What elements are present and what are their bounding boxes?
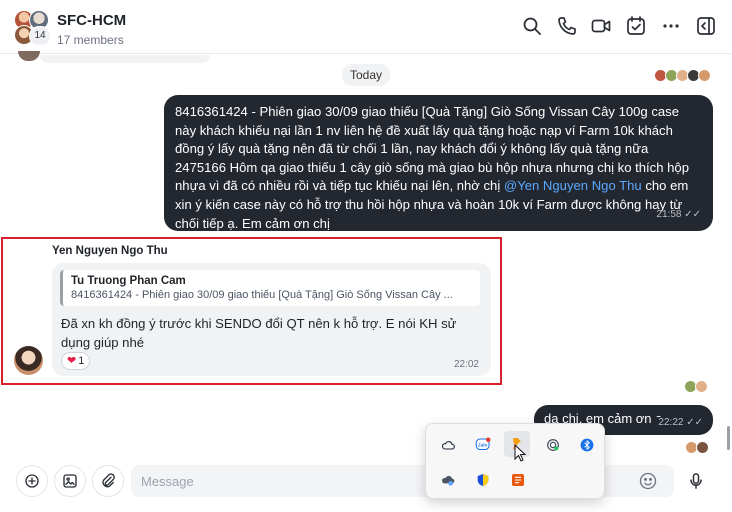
reader-avatar <box>695 380 708 393</box>
app-tile-icon[interactable] <box>505 467 531 493</box>
avatar[interactable] <box>14 346 43 375</box>
composer <box>0 455 732 512</box>
mouse-cursor-icon <box>514 443 527 462</box>
quoted-text: 8416361424 - Phiên giao 30/09 giao thiếu… <box>71 289 453 301</box>
phone-icon[interactable] <box>555 14 579 38</box>
read-receipts[interactable] <box>654 69 711 82</box>
double-check-icon: ✓✓ <box>686 417 703 428</box>
date-divider: Today <box>342 64 391 86</box>
outgoing-message[interactable]: 8416361424 - Phiên giao 30/09 giao thiếu… <box>164 95 713 231</box>
plus-icon <box>25 474 39 488</box>
quoted-sender: Tu Truong Phan Cam <box>71 275 186 287</box>
group-avatar[interactable]: 14 <box>14 10 51 46</box>
quoted-reply[interactable]: Tu Truong Phan Cam 8416361424 - Phiên gi… <box>60 270 480 306</box>
message-text: Đã xn kh đồng ý trước khi SENDO đổi QT n… <box>61 316 457 350</box>
message-time: 22:02 <box>453 359 479 370</box>
message-list[interactable]: Today 8416361424 - Phiên giao 30/09 giao… <box>0 51 732 455</box>
reader-avatar <box>698 69 711 82</box>
security-shield-icon[interactable] <box>470 467 496 493</box>
video-call-icon[interactable] <box>589 14 613 38</box>
read-receipts[interactable] <box>684 380 708 393</box>
scrollbar[interactable] <box>727 426 730 450</box>
reader-avatar <box>696 441 709 454</box>
side-panel-icon[interactable] <box>694 14 718 38</box>
paperclip-icon <box>102 473 115 488</box>
reaction-count: 1 <box>78 355 85 367</box>
chat-header: 14 SFC-HCM 17 members <box>0 0 732 54</box>
search-icon[interactable] <box>520 14 544 38</box>
avatar-count-badge: 14 <box>29 26 51 46</box>
double-check-icon: ✓✓ <box>684 209 701 221</box>
add-button[interactable] <box>16 465 48 497</box>
network-icon[interactable] <box>540 432 566 458</box>
cloud-sync-icon[interactable] <box>435 467 461 493</box>
group-title[interactable]: SFC-HCM <box>57 12 126 29</box>
heart-icon: ❤ <box>67 355 77 367</box>
emoji-icon[interactable] <box>638 471 658 491</box>
message-time: 22:22 ✓✓ <box>655 417 703 428</box>
attach-button[interactable] <box>92 465 124 497</box>
member-count[interactable]: 17 members <box>57 33 124 47</box>
previous-message-bubble <box>40 55 210 63</box>
mention-link[interactable]: @Yen Nguyen Ngo Thu <box>504 178 642 193</box>
read-receipts[interactable] <box>685 441 709 454</box>
incoming-message[interactable]: Tu Truong Phan Cam 8416361424 - Phiên gi… <box>52 263 491 376</box>
message-time: 21:58 ✓✓ <box>656 209 701 221</box>
svg-text:Zalo: Zalo <box>478 443 488 448</box>
reaction-badge[interactable]: ❤ 1 <box>61 352 91 370</box>
image-icon <box>63 474 77 488</box>
voice-button[interactable] <box>680 465 712 497</box>
sticker-button[interactable] <box>54 465 86 497</box>
more-options-icon[interactable] <box>659 14 683 38</box>
microphone-icon <box>690 473 702 489</box>
avatar <box>18 51 40 61</box>
task-icon[interactable] <box>624 14 648 38</box>
zalo-icon[interactable]: Zalo <box>470 432 496 458</box>
sender-name[interactable]: Yen Nguyen Ngo Thu <box>52 245 168 257</box>
onedrive-icon[interactable] <box>435 432 461 458</box>
bluetooth-icon[interactable] <box>574 432 600 458</box>
